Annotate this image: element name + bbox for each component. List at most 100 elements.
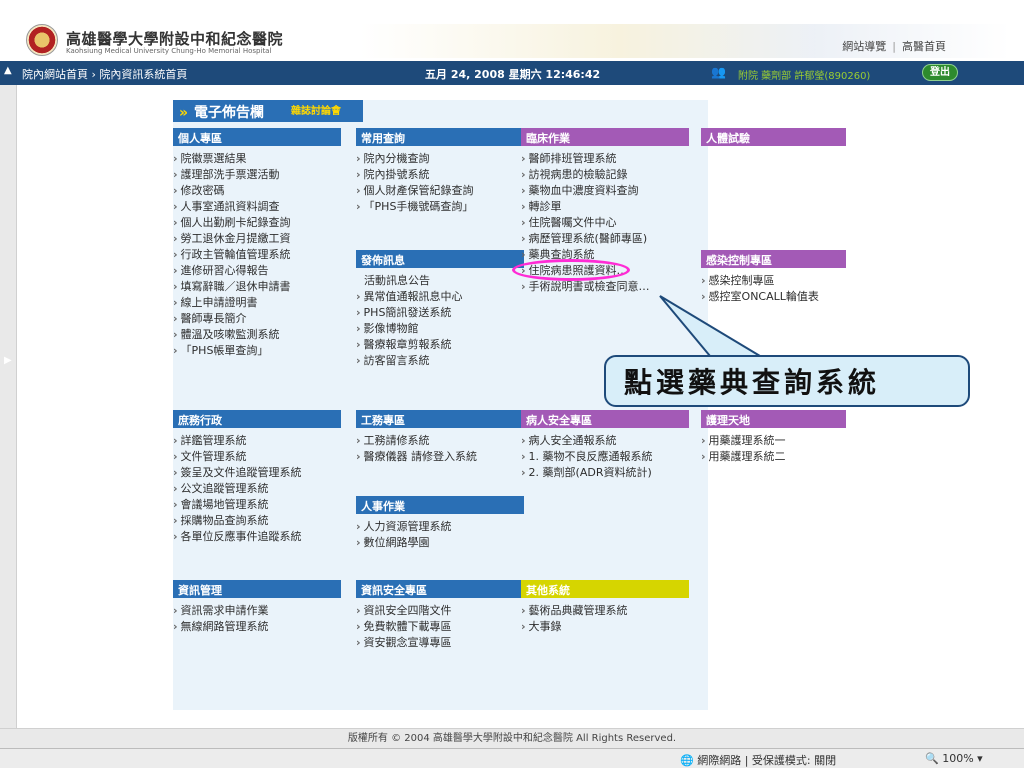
menu-link[interactable]: 藝術品典藏管理系統 [521, 603, 689, 619]
callout-pointer [659, 295, 764, 357]
globe-icon: 🌐 [680, 754, 694, 767]
section-it-mgmt: 資訊管理 資訊需求申請作業 無線網路管理系統 [173, 580, 341, 635]
menu-link[interactable]: 無線網路管理系統 [173, 619, 341, 635]
menu-link[interactable]: 文件管理系統 [173, 449, 341, 465]
menu-link[interactable]: 資安觀念宣導專區 [356, 635, 524, 651]
hospital-logo[interactable] [26, 24, 58, 56]
site-header: 高雄醫學大學附設中和紀念醫院 Kaohsiung Medical Univers… [0, 0, 1024, 58]
top-links: 網站導覽 | 高醫首頁 [836, 38, 952, 54]
menu-link[interactable]: 院內掛號系統 [356, 167, 524, 183]
zone-label: 網際網路 | 受保護模式: 關閉 [697, 754, 837, 767]
zoom-level: 100% [942, 752, 974, 765]
menu-link[interactable]: 修改密碼 [173, 183, 341, 199]
sitemap-link[interactable]: 網站導覽 [842, 40, 886, 53]
section-general-admin: 庶務行政 詳鑑管理系統 文件管理系統 簽呈及文件追蹤管理系統 公文追蹤管理系統 … [173, 410, 341, 545]
menu-link[interactable]: PHS簡訊發送系統 [356, 305, 524, 321]
menu-link[interactable]: 「PHS手機號碼查詢」 [356, 199, 524, 215]
menu-link[interactable]: 行政主管輪值管理系統 [173, 247, 341, 263]
menu-link[interactable]: 2. 藥劑部(ADR資料統計) [521, 465, 689, 481]
section-header: 其他系統 [521, 580, 689, 598]
menu-link[interactable]: 醫療儀器 請修登入系統 [356, 449, 524, 465]
menu-link[interactable]: 填寫辭職／退休申請書 [173, 279, 341, 295]
zoom-control[interactable]: 🔍 100% ▾ [925, 752, 983, 765]
user-info: 附院 藥劑部 許郁瑩(890260) [738, 71, 871, 82]
menu-link[interactable]: 個人財產保管紀錄查詢 [356, 183, 524, 199]
section-header: 病人安全專區 [521, 410, 689, 428]
menu-link[interactable]: 影像博物館 [356, 321, 524, 337]
double-arrow-icon: » [179, 105, 189, 121]
users-icon: 👥 [711, 65, 726, 79]
expand-right-icon[interactable]: ▶ [4, 355, 12, 366]
menu-link[interactable]: 詳鑑管理系統 [173, 433, 341, 449]
section-patient-safety: 病人安全專區 病人安全通報系統 1. 藥物不良反應通報系統 2. 藥劑部(ADR… [521, 410, 689, 481]
menu-link[interactable]: 藥物血中濃度資料查詢 [521, 183, 689, 199]
menu-link[interactable]: 大事錄 [521, 619, 689, 635]
highlight-ellipse [512, 259, 630, 281]
menu-link[interactable]: 感染控制專區 [701, 273, 846, 289]
link-separator: | [892, 40, 896, 53]
menu-link[interactable]: 人力資源管理系統 [356, 519, 524, 535]
menu-link[interactable]: 院內分機查詢 [356, 151, 524, 167]
current-datetime: 五月 24, 2008 星期六 12:46:42 [425, 68, 601, 81]
footer: 版權所有 © 2004 高雄醫學大學附設中和紀念醫院 All Rights Re… [0, 728, 1024, 748]
browser-status-bar: 🌐 網際網路 | 受保護模式: 關閉 🔍 100% ▾ [0, 748, 1024, 768]
menu-link[interactable]: 訪客留言系統 [356, 353, 524, 369]
menu-link[interactable]: 簽呈及文件追蹤管理系統 [173, 465, 341, 481]
nav-bar: ▲ 院內網站首頁 › 院內資訊系統首頁 五月 24, 2008 星期六 12:4… [0, 61, 1024, 85]
menu-link[interactable]: 院徽票選結果 [173, 151, 341, 167]
hospital-name: 高雄醫學大學附設中和紀念醫院 [66, 30, 284, 48]
menu-link[interactable]: 醫療報章剪報系統 [356, 337, 524, 353]
section-header: 常用查詢 [356, 128, 524, 146]
menu-link[interactable]: 工務請修系統 [356, 433, 524, 449]
hospital-english-name: Kaohsiung Medical University Chung-Ho Me… [66, 47, 272, 55]
menu-link[interactable]: 醫師排班管理系統 [521, 151, 689, 167]
section-header: 人事作業 [356, 496, 524, 514]
section-header: 臨床作業 [521, 128, 689, 146]
section-header: 感染控制專區 [701, 250, 846, 268]
menu-link[interactable]: 異常值通報訊息中心 [356, 289, 524, 305]
menu-link[interactable]: 免費軟體下載專區 [356, 619, 524, 635]
menu-link[interactable]: 住院醫囑文件中心 [521, 215, 689, 231]
callout-text: 點選藥典查詢系統 [624, 366, 881, 399]
menu-link[interactable]: 轉診單 [521, 199, 689, 215]
logout-button[interactable]: 登出 [922, 64, 958, 81]
menu-link[interactable]: 活動訊息公告 [356, 273, 524, 289]
menu-link[interactable]: 病歷管理系統(醫師專區) [521, 231, 689, 247]
breadcrumb[interactable]: 院內網站首頁 › 院內資訊系統首頁 [22, 66, 187, 82]
menu-link[interactable]: 勞工退休金月提繳工資 [173, 231, 341, 247]
section-header[interactable]: 人體試驗 [701, 128, 846, 146]
menu-link[interactable]: 用藥護理系統一 [701, 433, 846, 449]
section-header: 發佈訊息 [356, 250, 524, 268]
menu-link[interactable]: 醫師專長簡介 [173, 311, 341, 327]
menu-link[interactable]: 公文追蹤管理系統 [173, 481, 341, 497]
section-header: 資訊管理 [173, 580, 341, 598]
menu-link[interactable]: 各單位反應事件追蹤系統 [173, 529, 341, 545]
menu-link[interactable]: 病人安全通報系統 [521, 433, 689, 449]
journal-discussion-link[interactable]: 雜誌討論會 [291, 102, 341, 117]
menu-link[interactable]: 會議場地管理系統 [173, 497, 341, 513]
menu-link[interactable]: 進修研習心得報告 [173, 263, 341, 279]
menu-link[interactable]: 「PHS帳單查詢」 [173, 343, 341, 359]
section-publish: 發佈訊息 活動訊息公告 異常值通報訊息中心 PHS簡訊發送系統 影像博物館 醫療… [356, 250, 524, 369]
menu-link[interactable]: 資訊需求申請作業 [173, 603, 341, 619]
menu-link[interactable]: 資訊安全四階文件 [356, 603, 524, 619]
section-header: 資訊安全專區 [356, 580, 524, 598]
section-engineering: 工務專區 工務請修系統 醫療儀器 請修登入系統 [356, 410, 524, 465]
menu-link[interactable]: 體溫及咳嗽監測系統 [173, 327, 341, 343]
menu-link[interactable]: 1. 藥物不良反應通報系統 [521, 449, 689, 465]
left-sidebar-toggle[interactable]: ▶ [0, 85, 17, 728]
menu-link[interactable]: 線上申請證明書 [173, 295, 341, 311]
right-gutter [1012, 85, 1024, 728]
collapse-up-icon[interactable]: ▲ [4, 65, 12, 76]
kmu-home-link[interactable]: 高醫首頁 [902, 40, 946, 53]
menu-link[interactable]: 採購物品查詢系統 [173, 513, 341, 529]
section-header: 工務專區 [356, 410, 524, 428]
menu-link[interactable]: 訪視病患的檢驗記錄 [521, 167, 689, 183]
menu-link[interactable]: 用藥護理系統二 [701, 449, 846, 465]
menu-link[interactable]: 數位網路學園 [356, 535, 524, 551]
section-it-security: 資訊安全專區 資訊安全四階文件 免費軟體下載專區 資安觀念宣導專區 [356, 580, 524, 651]
menu-link[interactable]: 人事室通訊資料調查 [173, 199, 341, 215]
menu-link[interactable]: 護理部洗手票選活動 [173, 167, 341, 183]
menu-link[interactable]: 個人出勤刷卡紀錄查詢 [173, 215, 341, 231]
section-nursing: 護理天地 用藥護理系統一 用藥護理系統二 [701, 410, 846, 465]
